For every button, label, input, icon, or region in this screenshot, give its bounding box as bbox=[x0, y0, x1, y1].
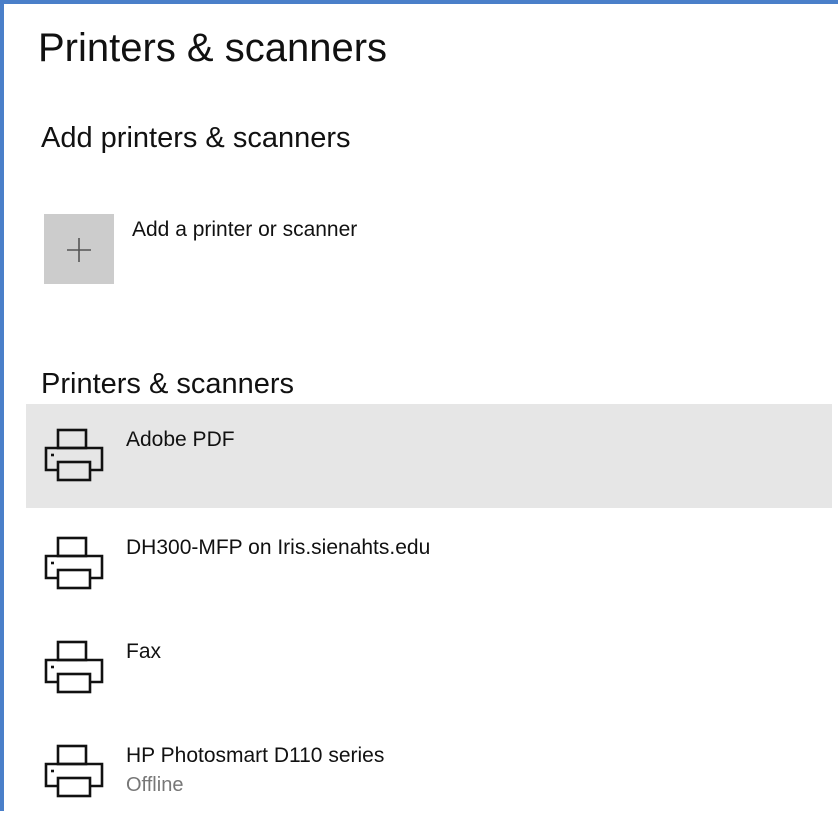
add-section-heading: Add printers & scanners bbox=[41, 122, 351, 154]
printer-icon bbox=[44, 428, 104, 484]
devices-section-heading: Printers & scanners bbox=[41, 368, 295, 400]
add-printer-label: Add a printer or scanner bbox=[132, 218, 358, 241]
page-title: Printers & scanners bbox=[38, 26, 388, 70]
device-item-adobe-pdf[interactable]: Adobe PDF bbox=[26, 404, 832, 508]
device-item-dh300-mfp[interactable]: DH300-MFP on Iris.sienahts.edu bbox=[26, 512, 832, 616]
add-tile[interactable] bbox=[44, 214, 114, 284]
settings-window: Printers & scanners Add printers & scann… bbox=[0, 0, 838, 811]
device-name: HP Photosmart D110 series bbox=[126, 744, 385, 767]
add-printer-button[interactable]: Add a printer or scanner bbox=[42, 210, 462, 284]
printer-icon bbox=[44, 744, 104, 800]
device-item-fax[interactable]: Fax bbox=[26, 616, 832, 720]
printer-icon bbox=[44, 640, 104, 696]
plus-icon bbox=[67, 238, 91, 262]
device-status: Offline bbox=[126, 774, 184, 796]
device-name: DH300-MFP on Iris.sienahts.edu bbox=[126, 536, 431, 559]
device-name: Fax bbox=[126, 640, 162, 663]
printer-icon bbox=[44, 536, 104, 592]
device-name: Adobe PDF bbox=[126, 428, 235, 451]
device-item-hp-photosmart[interactable]: HP Photosmart D110 series Offline bbox=[26, 720, 832, 824]
